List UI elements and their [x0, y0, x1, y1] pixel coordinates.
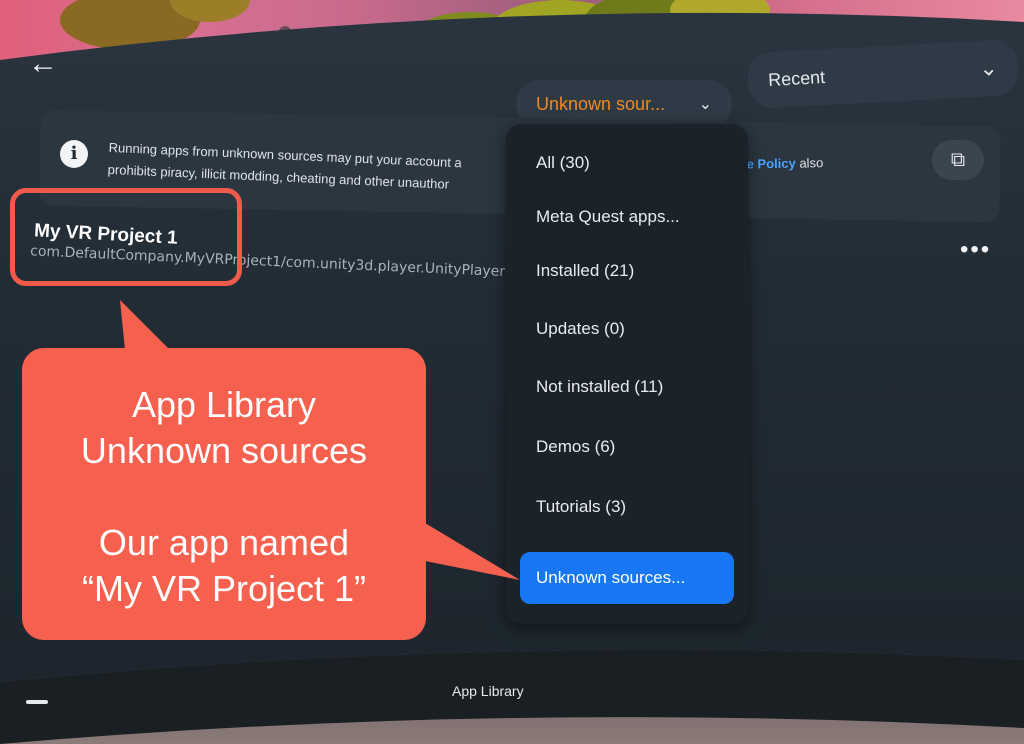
chevron-down-icon: ⌄: [698, 96, 712, 113]
bottom-bar-title: App Library: [452, 683, 524, 699]
annotation-line4: “My VR Project 1”: [81, 568, 367, 609]
source-filter-menu: All (30) Meta Quest apps... Installed (2…: [506, 124, 748, 624]
menu-item-updates[interactable]: Updates (0): [520, 306, 734, 352]
menu-item-tutorials[interactable]: Tutorials (3): [520, 484, 734, 530]
external-link-icon[interactable]: ⧉: [932, 140, 984, 180]
annotation-line2: Unknown sources: [80, 430, 368, 471]
menu-item-demos[interactable]: Demos (6): [520, 424, 734, 470]
menu-item-installed[interactable]: Installed (21): [520, 248, 734, 294]
annotation-line3: Our app named: [98, 522, 350, 563]
back-arrow-icon[interactable]: ←: [28, 48, 68, 80]
more-options-icon[interactable]: •••: [960, 236, 991, 264]
source-filter-label: Unknown sour...: [536, 93, 666, 114]
minimize-icon[interactable]: [26, 700, 48, 704]
menu-item-not-installed[interactable]: Not installed (11): [520, 364, 734, 410]
menu-item-meta-quest-apps[interactable]: Meta Quest apps...: [520, 194, 734, 240]
menu-item-all[interactable]: All (30): [520, 140, 734, 186]
menu-item-unknown-sources[interactable]: Unknown sources...: [520, 552, 734, 604]
chevron-down-icon: ⌄: [978, 54, 999, 81]
annotation-line1: App Library: [131, 384, 317, 425]
annotation-callout: App Library Unknown sources Our app name…: [22, 348, 426, 640]
warning-text-tail: also: [795, 155, 824, 171]
sort-label: Recent: [767, 66, 826, 90]
info-icon: i: [60, 140, 88, 168]
highlight-app-title: [10, 188, 242, 286]
